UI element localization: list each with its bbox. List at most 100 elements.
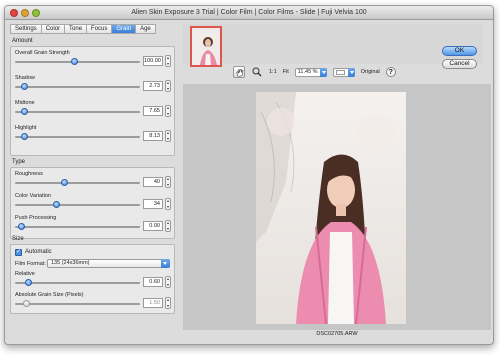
highlight-stepper[interactable] [165, 130, 171, 142]
automatic-checkbox-row[interactable]: ✓ Automatic [15, 248, 52, 256]
background-swatch [335, 69, 345, 75]
highlight-control: Highlight 8.13 [15, 125, 173, 147]
roughness-label: Roughness [15, 171, 43, 177]
help-icon[interactable]: ? [385, 67, 396, 77]
chevron-down-icon [347, 67, 355, 77]
slider-thumb[interactable] [52, 201, 60, 208]
chevron-down-icon [319, 67, 327, 77]
midtone-value[interactable]: 7.65 [143, 106, 163, 116]
amount-group: Amount Overall Grain Strength 100.00 Sha… [10, 38, 175, 158]
window-title: Alien Skin Exposure 3 Trial | Color Film… [131, 9, 367, 16]
portrait-photo [256, 92, 406, 324]
color-variation-control: Color Variation 34 [15, 193, 173, 215]
roughness-value[interactable]: 40 [143, 177, 163, 187]
zoom-tool-button[interactable] [251, 66, 263, 78]
tab-bar: Settings Color Tone Focus Grain Age [10, 24, 156, 34]
hand-tool-button[interactable] [233, 66, 245, 78]
cancel-button[interactable]: Cancel [442, 59, 477, 69]
slider-thumb[interactable] [17, 223, 25, 230]
amount-group-title: Amount [12, 38, 33, 44]
color-variation-label: Color Variation [15, 193, 51, 199]
overall-grain-strength-value[interactable]: 100.00 [143, 56, 163, 66]
slider-thumb[interactable] [21, 83, 29, 90]
shadow-slider[interactable] [15, 83, 140, 90]
size-group-box: ✓ Automatic Film Format: 135 (24x36mm) R… [10, 244, 175, 314]
midtone-label: Midtone [15, 100, 35, 106]
push-processing-stepper[interactable] [165, 220, 171, 232]
preview-photo [256, 92, 406, 324]
midtone-slider[interactable] [15, 108, 140, 115]
ok-button[interactable]: OK [442, 46, 477, 56]
type-group: Type Roughness 40 Color Variation 34 Pus… [10, 159, 175, 241]
zoom-fit[interactable]: Fit [283, 69, 289, 75]
settings-panel: Settings Color Tone Focus Grain Age Amou… [10, 24, 175, 314]
push-processing-value[interactable]: 0.00 [143, 221, 163, 231]
slider-thumb[interactable] [25, 279, 32, 286]
zoom-level-value: 11.45 % [297, 68, 318, 75]
title-bar: Alien Skin Exposure 3 Trial | Color Film… [5, 6, 493, 20]
type-group-box: Roughness 40 Color Variation 34 Push Pro… [10, 167, 175, 239]
highlight-value[interactable]: 8.13 [143, 131, 163, 141]
color-variation-slider[interactable] [15, 201, 140, 208]
zoom-one-to-one[interactable]: 1:1 [269, 69, 277, 75]
slider-thumb[interactable] [61, 179, 69, 186]
push-processing-control: Push Processing 0.00 [15, 215, 173, 237]
type-group-title: Type [12, 159, 26, 165]
tab-age[interactable]: Age [135, 24, 156, 34]
amount-group-box: Overall Grain Strength 100.00 Shadow 2.7… [10, 46, 175, 156]
roughness-slider[interactable] [15, 179, 140, 186]
hand-icon [236, 68, 243, 76]
relative-stepper[interactable] [165, 276, 171, 288]
absolute-grain-size-value[interactable]: 1.50 [143, 298, 163, 308]
push-processing-label: Push Processing [15, 215, 57, 221]
relative-value[interactable]: 0.60 [143, 277, 163, 287]
exposure-dialog-window: Alien Skin Exposure 3 Trial | Color Film… [4, 5, 494, 345]
background-color-select[interactable] [332, 67, 355, 77]
slider-thumb[interactable] [22, 300, 30, 307]
slider-thumb[interactable] [21, 133, 29, 140]
midtone-stepper[interactable] [165, 105, 171, 117]
preview-filename: DSC02705.ARW [316, 331, 358, 337]
tab-settings[interactable]: Settings [10, 24, 41, 34]
roughness-stepper[interactable] [165, 176, 171, 188]
overall-grain-strength-slider[interactable] [15, 58, 140, 65]
preview-toolbar: 1:1 Fit 11.45 % Original ? [233, 64, 396, 80]
push-processing-slider[interactable] [15, 223, 140, 230]
roughness-control: Roughness 40 [15, 171, 173, 193]
selected-thumbnail[interactable] [190, 26, 222, 67]
shadow-value[interactable]: 2.73 [143, 81, 163, 91]
color-variation-value[interactable]: 34 [143, 199, 163, 209]
shadow-stepper[interactable] [165, 80, 171, 92]
absolute-grain-size-slider[interactable] [15, 300, 140, 307]
absolute-grain-size-stepper[interactable] [165, 297, 171, 309]
original-toggle[interactable]: Original [361, 69, 380, 75]
zoom-level-select[interactable]: 11.45 % [294, 67, 327, 77]
tab-focus[interactable]: Focus [86, 24, 112, 34]
thumbnail-image [192, 28, 220, 65]
relative-label: Relative [15, 271, 35, 277]
relative-slider[interactable] [15, 279, 140, 286]
color-variation-stepper[interactable] [165, 198, 171, 210]
slider-thumb[interactable] [21, 108, 29, 115]
shadow-label: Shadow [15, 75, 35, 81]
tab-grain[interactable]: Grain [111, 24, 136, 34]
tab-tone[interactable]: Tone [64, 24, 87, 34]
film-format-select[interactable]: 135 (24x36mm) [47, 259, 170, 268]
tab-color[interactable]: Color [40, 24, 65, 34]
absolute-grain-size-label: Absolute Grain Size (Pixels) [15, 292, 84, 298]
slider-thumb[interactable] [71, 58, 79, 65]
film-format-label: Film Format: [15, 261, 46, 267]
overall-grain-strength-stepper[interactable] [165, 55, 171, 67]
overall-grain-strength-control: Overall Grain Strength 100.00 [15, 50, 173, 72]
overall-grain-strength-label: Overall Grain Strength [15, 50, 70, 56]
thumbnail-strip [183, 24, 483, 67]
size-group-title: Size [12, 236, 24, 242]
dialog-buttons: OK Cancel [442, 46, 477, 72]
chevron-down-icon [161, 259, 170, 268]
shadow-control: Shadow 2.73 [15, 75, 173, 97]
absolute-grain-size-control: Absolute Grain Size (Pixels) 1.50 [15, 292, 173, 314]
automatic-checkbox[interactable]: ✓ [15, 248, 22, 256]
midtone-control: Midtone 7.65 [15, 100, 173, 122]
highlight-slider[interactable] [15, 133, 140, 140]
automatic-label: Automatic [25, 249, 52, 255]
